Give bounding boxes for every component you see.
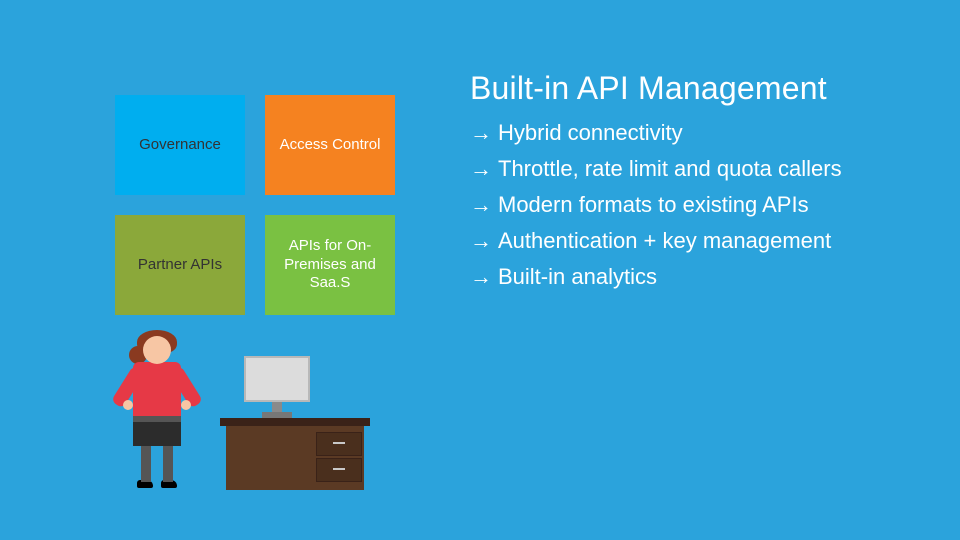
bullet-item: →Modern formats to existing APIs <box>470 192 842 218</box>
tile-governance: Governance <box>115 95 245 195</box>
bullet-item: →Hybrid connectivity <box>470 120 842 146</box>
bullet-list: →Hybrid connectivity →Throttle, rate lim… <box>470 120 842 300</box>
bullet-text: Throttle, rate limit and quota callers <box>498 156 842 181</box>
arrow-icon: → <box>470 192 492 217</box>
bullet-text: Modern formats to existing APIs <box>498 192 809 217</box>
arrow-icon: → <box>470 264 492 289</box>
tile-partner-apis: Partner APIs <box>115 215 245 315</box>
bullet-text: Authentication + key management <box>498 228 831 253</box>
bullet-item: →Built-in analytics <box>470 264 842 290</box>
monitor-illustration <box>244 356 310 418</box>
desk-illustration <box>220 418 370 490</box>
page-title: Built-in API Management <box>470 70 827 107</box>
arrow-icon: → <box>470 156 492 181</box>
arrow-icon: → <box>470 228 492 253</box>
bullet-text: Hybrid connectivity <box>498 120 683 145</box>
bullet-item: →Authentication + key management <box>470 228 842 254</box>
tile-apis-saas: APIs for On-Premises and Saa.S <box>265 215 395 315</box>
bullet-text: Built-in analytics <box>498 264 657 289</box>
bullet-item: →Throttle, rate limit and quota callers <box>470 156 842 182</box>
arrow-icon: → <box>470 120 492 145</box>
tile-access-control: Access Control <box>265 95 395 195</box>
